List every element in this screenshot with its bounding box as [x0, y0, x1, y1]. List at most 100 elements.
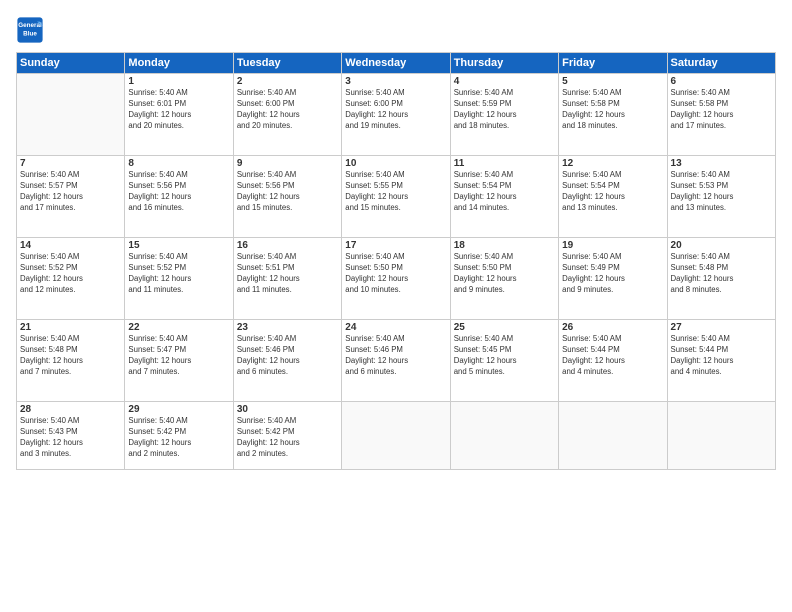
day-info: Sunrise: 5:40 AM Sunset: 5:45 PM Dayligh… — [454, 334, 555, 378]
calendar-cell: 29Sunrise: 5:40 AM Sunset: 5:42 PM Dayli… — [125, 402, 233, 470]
day-info: Sunrise: 5:40 AM Sunset: 5:58 PM Dayligh… — [562, 88, 663, 132]
day-number: 7 — [20, 158, 121, 169]
calendar-cell — [450, 402, 558, 470]
day-info: Sunrise: 5:40 AM Sunset: 6:00 PM Dayligh… — [345, 88, 446, 132]
day-number: 9 — [237, 158, 338, 169]
day-info: Sunrise: 5:40 AM Sunset: 5:54 PM Dayligh… — [562, 170, 663, 214]
day-info: Sunrise: 5:40 AM Sunset: 5:46 PM Dayligh… — [237, 334, 338, 378]
calendar-cell: 11Sunrise: 5:40 AM Sunset: 5:54 PM Dayli… — [450, 156, 558, 238]
calendar-cell: 7Sunrise: 5:40 AM Sunset: 5:57 PM Daylig… — [17, 156, 125, 238]
calendar-cell: 10Sunrise: 5:40 AM Sunset: 5:55 PM Dayli… — [342, 156, 450, 238]
header-monday: Monday — [125, 53, 233, 74]
week-row-0: 1Sunrise: 5:40 AM Sunset: 6:01 PM Daylig… — [17, 74, 776, 156]
day-info: Sunrise: 5:40 AM Sunset: 5:50 PM Dayligh… — [454, 252, 555, 296]
day-info: Sunrise: 5:40 AM Sunset: 5:49 PM Dayligh… — [562, 252, 663, 296]
calendar-cell: 1Sunrise: 5:40 AM Sunset: 6:01 PM Daylig… — [125, 74, 233, 156]
header-friday: Friday — [559, 53, 667, 74]
day-info: Sunrise: 5:40 AM Sunset: 5:56 PM Dayligh… — [237, 170, 338, 214]
calendar-cell: 4Sunrise: 5:40 AM Sunset: 5:59 PM Daylig… — [450, 74, 558, 156]
day-number: 16 — [237, 240, 338, 251]
day-info: Sunrise: 5:40 AM Sunset: 5:57 PM Dayligh… — [20, 170, 121, 214]
day-number: 22 — [128, 322, 229, 333]
day-info: Sunrise: 5:40 AM Sunset: 5:42 PM Dayligh… — [237, 416, 338, 460]
day-info: Sunrise: 5:40 AM Sunset: 5:50 PM Dayligh… — [345, 252, 446, 296]
header-saturday: Saturday — [667, 53, 775, 74]
day-number: 1 — [128, 76, 229, 87]
week-row-3: 21Sunrise: 5:40 AM Sunset: 5:48 PM Dayli… — [17, 320, 776, 402]
day-info: Sunrise: 5:40 AM Sunset: 5:56 PM Dayligh… — [128, 170, 229, 214]
day-info: Sunrise: 5:40 AM Sunset: 5:51 PM Dayligh… — [237, 252, 338, 296]
header-tuesday: Tuesday — [233, 53, 341, 74]
day-number: 13 — [671, 158, 772, 169]
day-info: Sunrise: 5:40 AM Sunset: 6:00 PM Dayligh… — [237, 88, 338, 132]
day-number: 8 — [128, 158, 229, 169]
calendar-cell: 6Sunrise: 5:40 AM Sunset: 5:58 PM Daylig… — [667, 74, 775, 156]
day-number: 18 — [454, 240, 555, 251]
calendar-cell — [667, 402, 775, 470]
svg-text:Blue: Blue — [23, 31, 37, 38]
calendar-cell: 5Sunrise: 5:40 AM Sunset: 5:58 PM Daylig… — [559, 74, 667, 156]
svg-text:General: General — [18, 22, 42, 29]
calendar-cell: 25Sunrise: 5:40 AM Sunset: 5:45 PM Dayli… — [450, 320, 558, 402]
day-info: Sunrise: 5:40 AM Sunset: 5:48 PM Dayligh… — [671, 252, 772, 296]
calendar-cell — [342, 402, 450, 470]
week-row-1: 7Sunrise: 5:40 AM Sunset: 5:57 PM Daylig… — [17, 156, 776, 238]
calendar-cell: 27Sunrise: 5:40 AM Sunset: 5:44 PM Dayli… — [667, 320, 775, 402]
day-number: 29 — [128, 404, 229, 415]
day-number: 3 — [345, 76, 446, 87]
calendar-table: SundayMondayTuesdayWednesdayThursdayFrid… — [16, 52, 776, 470]
day-info: Sunrise: 5:40 AM Sunset: 5:44 PM Dayligh… — [562, 334, 663, 378]
day-number: 14 — [20, 240, 121, 251]
calendar-cell: 24Sunrise: 5:40 AM Sunset: 5:46 PM Dayli… — [342, 320, 450, 402]
day-number: 20 — [671, 240, 772, 251]
day-info: Sunrise: 5:40 AM Sunset: 5:52 PM Dayligh… — [20, 252, 121, 296]
day-info: Sunrise: 5:40 AM Sunset: 5:59 PM Dayligh… — [454, 88, 555, 132]
day-number: 5 — [562, 76, 663, 87]
calendar-header-row: SundayMondayTuesdayWednesdayThursdayFrid… — [17, 53, 776, 74]
calendar-body: 1Sunrise: 5:40 AM Sunset: 6:01 PM Daylig… — [17, 74, 776, 470]
logo-icon: General Blue — [16, 16, 44, 44]
day-number: 23 — [237, 322, 338, 333]
day-number: 4 — [454, 76, 555, 87]
day-number: 10 — [345, 158, 446, 169]
day-number: 19 — [562, 240, 663, 251]
calendar-cell: 16Sunrise: 5:40 AM Sunset: 5:51 PM Dayli… — [233, 238, 341, 320]
calendar-cell: 23Sunrise: 5:40 AM Sunset: 5:46 PM Dayli… — [233, 320, 341, 402]
day-number: 21 — [20, 322, 121, 333]
calendar-cell: 15Sunrise: 5:40 AM Sunset: 5:52 PM Dayli… — [125, 238, 233, 320]
header-thursday: Thursday — [450, 53, 558, 74]
day-info: Sunrise: 5:40 AM Sunset: 5:48 PM Dayligh… — [20, 334, 121, 378]
day-info: Sunrise: 5:40 AM Sunset: 5:55 PM Dayligh… — [345, 170, 446, 214]
day-info: Sunrise: 5:40 AM Sunset: 5:58 PM Dayligh… — [671, 88, 772, 132]
day-info: Sunrise: 5:40 AM Sunset: 5:46 PM Dayligh… — [345, 334, 446, 378]
calendar-cell: 9Sunrise: 5:40 AM Sunset: 5:56 PM Daylig… — [233, 156, 341, 238]
calendar-cell: 3Sunrise: 5:40 AM Sunset: 6:00 PM Daylig… — [342, 74, 450, 156]
calendar-cell: 18Sunrise: 5:40 AM Sunset: 5:50 PM Dayli… — [450, 238, 558, 320]
calendar-cell: 22Sunrise: 5:40 AM Sunset: 5:47 PM Dayli… — [125, 320, 233, 402]
day-number: 30 — [237, 404, 338, 415]
page: General Blue SundayMondayTuesdayWednesda… — [0, 0, 792, 612]
day-info: Sunrise: 5:40 AM Sunset: 5:54 PM Dayligh… — [454, 170, 555, 214]
day-info: Sunrise: 5:40 AM Sunset: 5:42 PM Dayligh… — [128, 416, 229, 460]
header-wednesday: Wednesday — [342, 53, 450, 74]
week-row-2: 14Sunrise: 5:40 AM Sunset: 5:52 PM Dayli… — [17, 238, 776, 320]
day-number: 15 — [128, 240, 229, 251]
day-info: Sunrise: 5:40 AM Sunset: 6:01 PM Dayligh… — [128, 88, 229, 132]
day-number: 12 — [562, 158, 663, 169]
logo: General Blue — [16, 16, 48, 44]
calendar-cell: 14Sunrise: 5:40 AM Sunset: 5:52 PM Dayli… — [17, 238, 125, 320]
day-info: Sunrise: 5:40 AM Sunset: 5:52 PM Dayligh… — [128, 252, 229, 296]
week-row-4: 28Sunrise: 5:40 AM Sunset: 5:43 PM Dayli… — [17, 402, 776, 470]
day-number: 24 — [345, 322, 446, 333]
day-number: 2 — [237, 76, 338, 87]
calendar-cell: 12Sunrise: 5:40 AM Sunset: 5:54 PM Dayli… — [559, 156, 667, 238]
calendar-cell: 19Sunrise: 5:40 AM Sunset: 5:49 PM Dayli… — [559, 238, 667, 320]
day-number: 6 — [671, 76, 772, 87]
day-number: 17 — [345, 240, 446, 251]
day-number: 27 — [671, 322, 772, 333]
header-sunday: Sunday — [17, 53, 125, 74]
day-number: 25 — [454, 322, 555, 333]
day-info: Sunrise: 5:40 AM Sunset: 5:43 PM Dayligh… — [20, 416, 121, 460]
day-number: 26 — [562, 322, 663, 333]
day-info: Sunrise: 5:40 AM Sunset: 5:53 PM Dayligh… — [671, 170, 772, 214]
